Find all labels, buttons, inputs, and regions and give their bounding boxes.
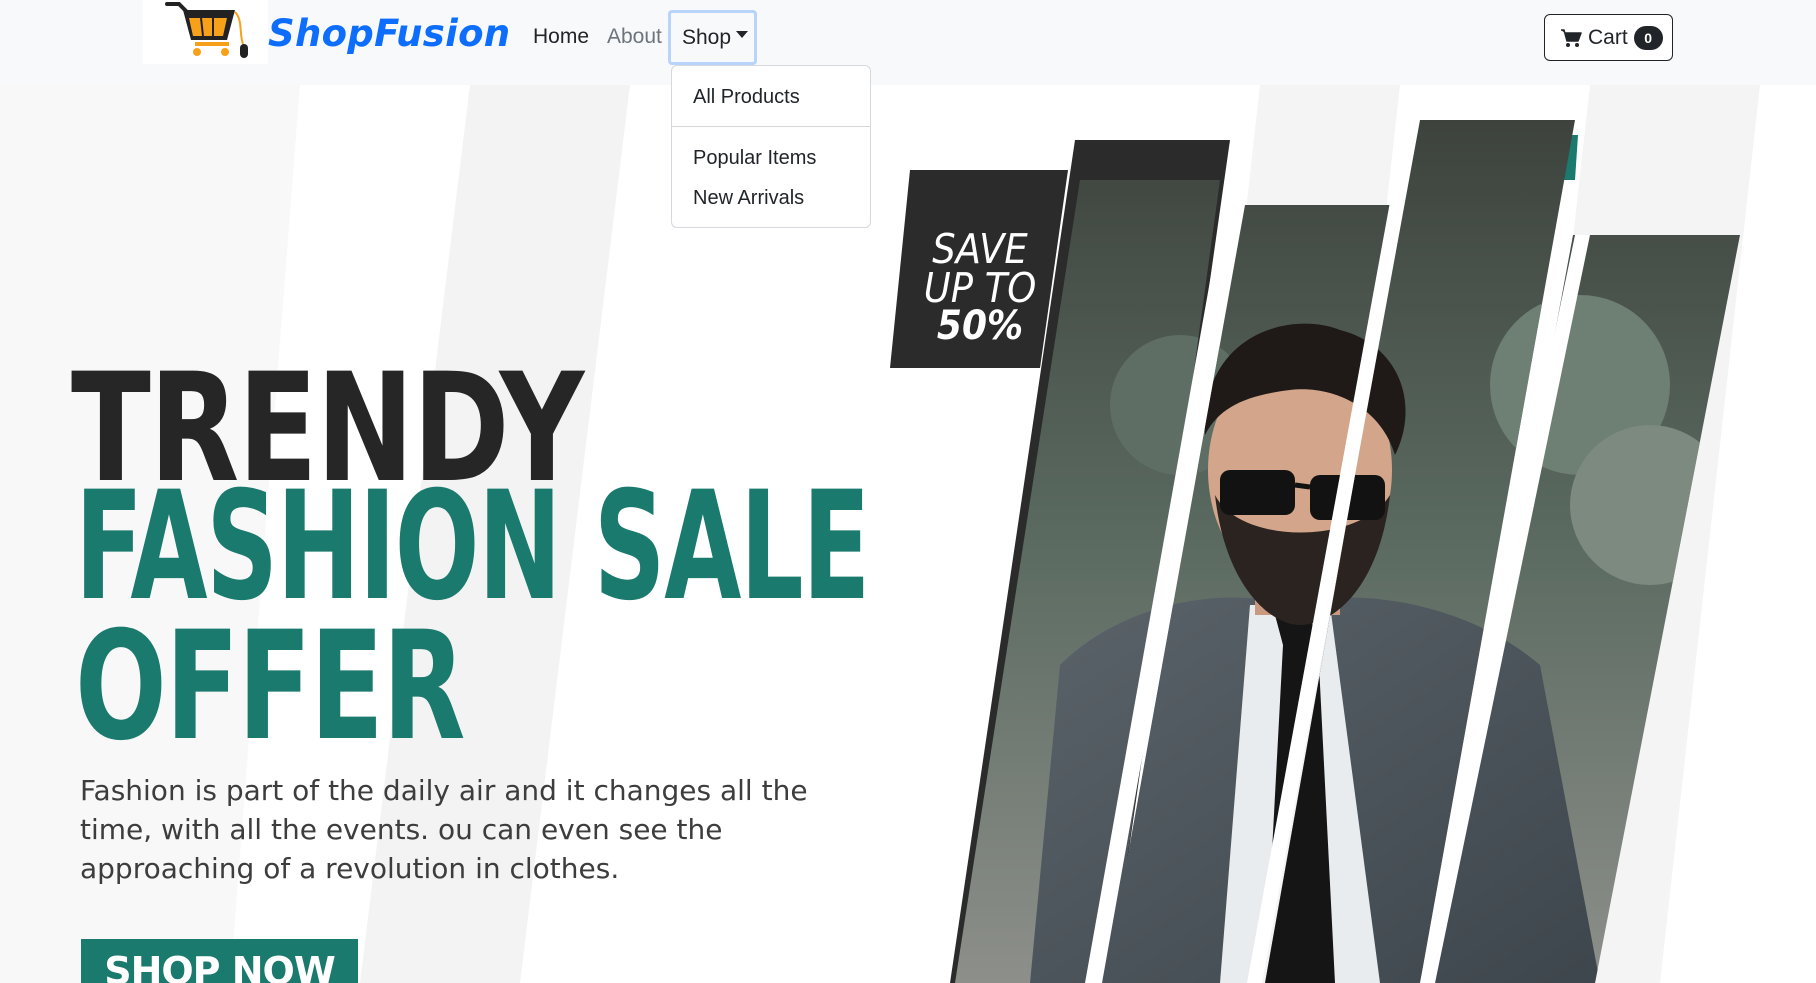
cart-label: Cart [1588, 25, 1628, 49]
cart-icon [1561, 28, 1582, 47]
brand-logo[interactable] [143, 0, 268, 64]
nav-shop-dropdown-toggle[interactable]: Shop [668, 10, 757, 65]
nav-shop-label: Shop [682, 25, 732, 49]
dropdown-item-popular-items[interactable]: Popular Items [693, 147, 816, 170]
shopping-cart-icon [165, 2, 248, 58]
save-text-percent: 50% [936, 303, 1024, 349]
dropdown-item-all-products[interactable]: All Products [693, 86, 800, 109]
shop-dropdown-menu: All Products Popular Items New Arrivals [671, 65, 871, 228]
caret-down-icon [736, 31, 749, 38]
cart-count-badge: 0 [1633, 25, 1663, 50]
cart-button[interactable]: Cart 0 [1544, 14, 1673, 61]
dropdown-divider [672, 126, 870, 127]
headline-offer: OFFER [75, 600, 466, 774]
hero-banner: SAVE UP TO 50% TRENDY FASHION SALE OFFER… [0, 85, 1816, 983]
navbar: ShopFusion Home About Shop Cart 0 [0, 0, 1816, 85]
nav-home[interactable]: Home [533, 25, 589, 49]
shop-now-button[interactable]: SHOP NOW [81, 939, 358, 983]
hero-tagline: Fashion is part of the daily air and it … [80, 774, 808, 885]
nav-about[interactable]: About [607, 25, 662, 49]
dropdown-item-new-arrivals[interactable]: New Arrivals [693, 187, 804, 210]
brand-name[interactable]: ShopFusion [268, 12, 510, 55]
